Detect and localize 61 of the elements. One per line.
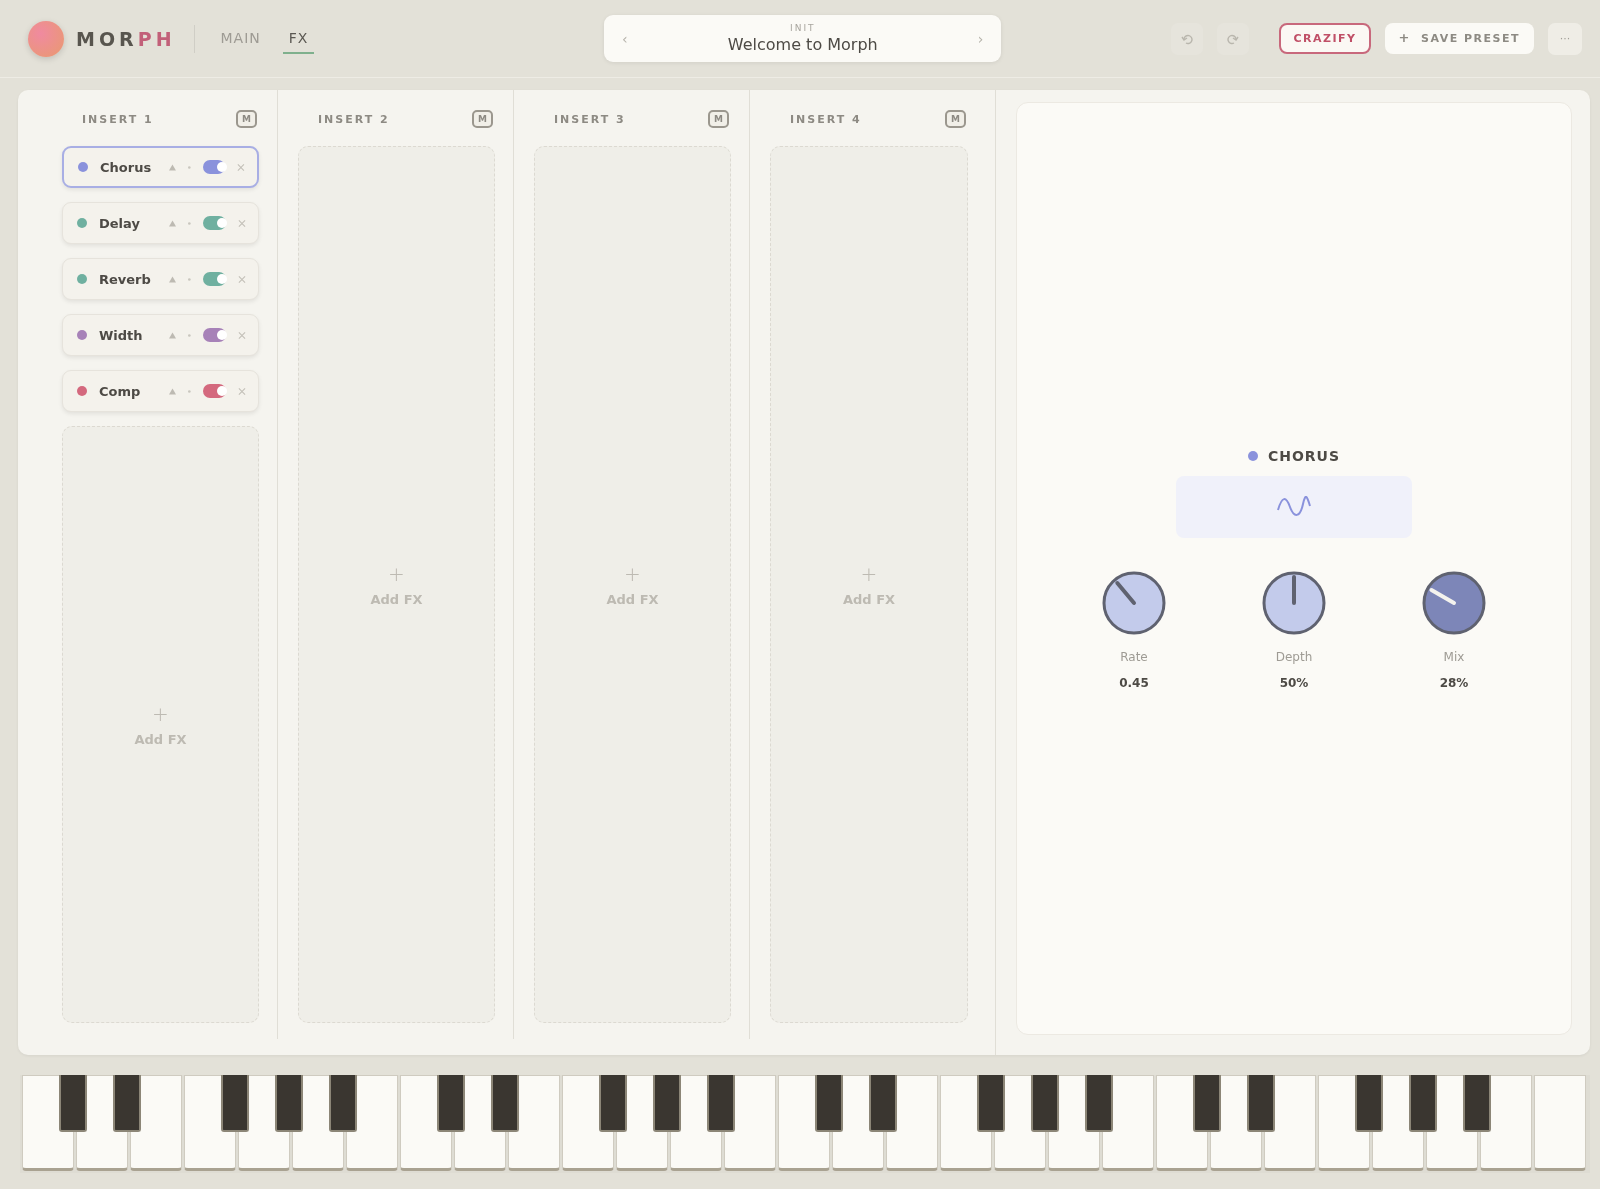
move-up-icon[interactable] bbox=[169, 163, 177, 171]
knob-label: Rate bbox=[1120, 649, 1148, 664]
close-icon[interactable] bbox=[238, 386, 246, 396]
rotary-knob[interactable] bbox=[1421, 569, 1487, 636]
close-icon[interactable] bbox=[238, 274, 246, 284]
move-up-icon[interactable] bbox=[169, 387, 177, 395]
undo-icon bbox=[1181, 32, 1194, 45]
knob-value: 28% bbox=[1439, 675, 1469, 690]
undo-button[interactable] bbox=[1171, 22, 1204, 55]
effect-name: Width bbox=[99, 327, 144, 343]
effect-name: Chorus bbox=[100, 159, 153, 175]
toggle-switch[interactable] bbox=[203, 328, 227, 342]
mute-button[interactable]: M bbox=[236, 110, 257, 128]
close-icon[interactable] bbox=[238, 330, 246, 340]
next-button[interactable]: › bbox=[959, 30, 1002, 47]
move-up-icon[interactable] bbox=[169, 331, 177, 339]
close-icon[interactable] bbox=[238, 218, 246, 228]
insert-title: INSERT 2 bbox=[318, 112, 390, 126]
knob-value: 50% bbox=[1279, 675, 1309, 690]
insert-title: INSERT 3 bbox=[554, 112, 626, 126]
crazify-button[interactable]: CRAZIFY bbox=[1279, 23, 1371, 54]
effect-slot[interactable]: Delay bbox=[62, 202, 259, 244]
logo-text: MOR PH bbox=[76, 27, 176, 50]
toggle-switch[interactable] bbox=[203, 384, 227, 398]
effect-slot[interactable]: Comp bbox=[62, 370, 259, 412]
knob-value: 0.45 bbox=[1119, 675, 1149, 690]
preset-bank: INIT bbox=[789, 23, 817, 33]
piano-keyboard[interactable] bbox=[20, 1075, 1590, 1173]
move-up-icon[interactable] bbox=[169, 275, 177, 283]
wave-icon bbox=[1276, 495, 1312, 518]
mute-button[interactable]: M bbox=[945, 110, 966, 128]
toggle-switch[interactable] bbox=[202, 160, 226, 174]
redo-button[interactable] bbox=[1217, 22, 1250, 55]
effect-name: Reverb bbox=[99, 271, 152, 287]
effect-slot[interactable]: Reverb bbox=[62, 258, 259, 300]
effect-title: CHORUS bbox=[1267, 447, 1341, 464]
logo-icon bbox=[28, 20, 64, 57]
preset-selector[interactable]: ‹ INIT Welcome to Morph › bbox=[604, 15, 1002, 62]
close-icon[interactable] bbox=[237, 162, 245, 172]
rotary-knob[interactable] bbox=[1101, 569, 1167, 636]
insert-title: INSERT 4 bbox=[790, 112, 862, 126]
redo-icon bbox=[1227, 32, 1240, 45]
knob-label: Mix bbox=[1443, 649, 1465, 664]
toggle-switch[interactable] bbox=[203, 216, 227, 230]
move-up-icon[interactable] bbox=[169, 219, 177, 227]
knob-label: Depth bbox=[1275, 649, 1313, 664]
mute-button[interactable]: M bbox=[708, 110, 729, 128]
tab[interactable]: MAIN bbox=[214, 23, 267, 54]
rotary-knob[interactable] bbox=[1261, 569, 1327, 636]
effect-slot[interactable]: Width bbox=[62, 314, 259, 356]
save-preset-button[interactable]: + SAVE PRESET bbox=[1384, 23, 1534, 54]
tab[interactable]: FX bbox=[282, 23, 315, 54]
effect-slot[interactable]: Chorus bbox=[62, 146, 259, 188]
previous-button[interactable]: ‹ bbox=[604, 30, 646, 47]
preset-name: Welcome to Morph bbox=[727, 35, 878, 54]
effect-name: Delay bbox=[99, 215, 141, 231]
effect-name: Comp bbox=[99, 383, 142, 399]
insert-title: INSERT 1 bbox=[82, 112, 154, 126]
toggle-switch[interactable] bbox=[203, 272, 227, 286]
more-button[interactable]: ··· bbox=[1548, 22, 1582, 55]
mute-button[interactable]: M bbox=[472, 110, 493, 128]
